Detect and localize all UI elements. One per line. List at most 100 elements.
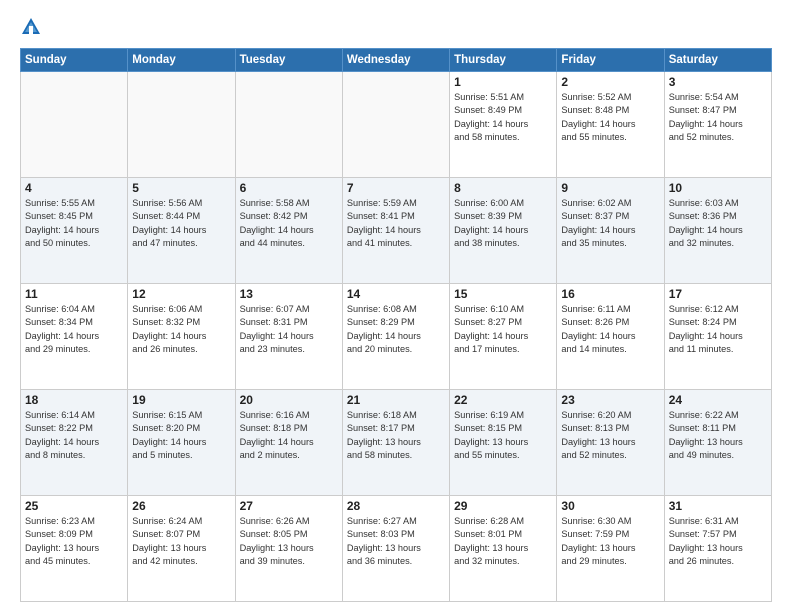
week-row-4: 18Sunrise: 6:14 AMSunset: 8:22 PMDayligh… — [21, 390, 772, 496]
day-info: Sunrise: 5:54 AMSunset: 8:47 PMDaylight:… — [669, 91, 767, 144]
day-cell: 3 Sunrise: 5:54 AMSunset: 8:47 PMDaylight… — [664, 72, 771, 178]
weekday-header-wednesday: Wednesday — [342, 49, 449, 72]
day-number: 15 — [454, 287, 552, 301]
day-number: 26 — [132, 499, 230, 513]
day-cell: 16 Sunrise: 6:11 AMSunset: 8:26 PMDayligh… — [557, 284, 664, 390]
day-cell: 6 Sunrise: 5:58 AMSunset: 8:42 PMDaylight… — [235, 178, 342, 284]
day-info: Sunrise: 6:02 AMSunset: 8:37 PMDaylight:… — [561, 197, 659, 250]
weekday-header-thursday: Thursday — [450, 49, 557, 72]
day-number: 7 — [347, 181, 445, 195]
day-cell: 7 Sunrise: 5:59 AMSunset: 8:41 PMDaylight… — [342, 178, 449, 284]
day-number: 27 — [240, 499, 338, 513]
day-number: 18 — [25, 393, 123, 407]
day-cell: 5 Sunrise: 5:56 AMSunset: 8:44 PMDaylight… — [128, 178, 235, 284]
weekday-header-friday: Friday — [557, 49, 664, 72]
day-info: Sunrise: 6:00 AMSunset: 8:39 PMDaylight:… — [454, 197, 552, 250]
day-info: Sunrise: 6:23 AMSunset: 8:09 PMDaylight:… — [25, 515, 123, 568]
day-cell: 24 Sunrise: 6:22 AMSunset: 8:11 PMDayligh… — [664, 390, 771, 496]
day-number: 4 — [25, 181, 123, 195]
day-number: 25 — [25, 499, 123, 513]
day-info: Sunrise: 6:12 AMSunset: 8:24 PMDaylight:… — [669, 303, 767, 356]
day-info: Sunrise: 6:03 AMSunset: 8:36 PMDaylight:… — [669, 197, 767, 250]
day-cell — [235, 72, 342, 178]
day-cell: 9 Sunrise: 6:02 AMSunset: 8:37 PMDaylight… — [557, 178, 664, 284]
day-cell: 25 Sunrise: 6:23 AMSunset: 8:09 PMDayligh… — [21, 496, 128, 602]
weekday-header-saturday: Saturday — [664, 49, 771, 72]
day-cell: 18Sunrise: 6:14 AMSunset: 8:22 PMDayligh… — [21, 390, 128, 496]
day-info: Sunrise: 5:52 AMSunset: 8:48 PMDaylight:… — [561, 91, 659, 144]
day-number: 5 — [132, 181, 230, 195]
day-cell: 10 Sunrise: 6:03 AMSunset: 8:36 PMDayligh… — [664, 178, 771, 284]
day-info: Sunrise: 6:18 AMSunset: 8:17 PMDaylight:… — [347, 409, 445, 462]
day-cell: 29Sunrise: 6:28 AMSunset: 8:01 PMDayligh… — [450, 496, 557, 602]
day-cell: 22 Sunrise: 6:19 AMSunset: 8:15 PMDayligh… — [450, 390, 557, 496]
day-number: 2 — [561, 75, 659, 89]
day-number: 19 — [132, 393, 230, 407]
day-number: 3 — [669, 75, 767, 89]
day-info: Sunrise: 5:51 AMSunset: 8:49 PMDaylight:… — [454, 91, 552, 144]
day-cell: 21 Sunrise: 6:18 AMSunset: 8:17 PMDayligh… — [342, 390, 449, 496]
day-info: Sunrise: 6:30 AMSunset: 7:59 PMDaylight:… — [561, 515, 659, 568]
day-number: 9 — [561, 181, 659, 195]
logo-icon — [20, 16, 42, 38]
day-number: 16 — [561, 287, 659, 301]
day-cell: 13 Sunrise: 6:07 AMSunset: 8:31 PMDayligh… — [235, 284, 342, 390]
day-number: 1 — [454, 75, 552, 89]
day-cell: 17 Sunrise: 6:12 AMSunset: 8:24 PMDayligh… — [664, 284, 771, 390]
day-info: Sunrise: 6:08 AMSunset: 8:29 PMDaylight:… — [347, 303, 445, 356]
day-number: 31 — [669, 499, 767, 513]
weekday-header-tuesday: Tuesday — [235, 49, 342, 72]
day-info: Sunrise: 5:55 AMSunset: 8:45 PMDaylight:… — [25, 197, 123, 250]
day-info: Sunrise: 5:59 AMSunset: 8:41 PMDaylight:… — [347, 197, 445, 250]
day-info: Sunrise: 5:58 AMSunset: 8:42 PMDaylight:… — [240, 197, 338, 250]
day-info: Sunrise: 6:06 AMSunset: 8:32 PMDaylight:… — [132, 303, 230, 356]
day-cell: 19 Sunrise: 6:15 AMSunset: 8:20 PMDayligh… — [128, 390, 235, 496]
calendar-page: SundayMondayTuesdayWednesdayThursdayFrid… — [0, 0, 792, 612]
day-cell: 8 Sunrise: 6:00 AMSunset: 8:39 PMDaylight… — [450, 178, 557, 284]
week-row-2: 4 Sunrise: 5:55 AMSunset: 8:45 PMDaylight… — [21, 178, 772, 284]
weekday-header-row: SundayMondayTuesdayWednesdayThursdayFrid… — [21, 49, 772, 72]
day-number: 24 — [669, 393, 767, 407]
day-info: Sunrise: 6:11 AMSunset: 8:26 PMDaylight:… — [561, 303, 659, 356]
day-info: Sunrise: 6:20 AMSunset: 8:13 PMDaylight:… — [561, 409, 659, 462]
day-info: Sunrise: 6:28 AMSunset: 8:01 PMDaylight:… — [454, 515, 552, 568]
day-number: 14 — [347, 287, 445, 301]
day-info: Sunrise: 6:04 AMSunset: 8:34 PMDaylight:… — [25, 303, 123, 356]
week-row-1: 1 Sunrise: 5:51 AMSunset: 8:49 PMDaylight… — [21, 72, 772, 178]
day-number: 11 — [25, 287, 123, 301]
day-number: 28 — [347, 499, 445, 513]
calendar-table: SundayMondayTuesdayWednesdayThursdayFrid… — [20, 48, 772, 602]
day-info: Sunrise: 5:56 AMSunset: 8:44 PMDaylight:… — [132, 197, 230, 250]
day-info: Sunrise: 6:31 AMSunset: 7:57 PMDaylight:… — [669, 515, 767, 568]
day-info: Sunrise: 6:22 AMSunset: 8:11 PMDaylight:… — [669, 409, 767, 462]
week-row-3: 11 Sunrise: 6:04 AMSunset: 8:34 PMDayligh… — [21, 284, 772, 390]
day-info: Sunrise: 6:19 AMSunset: 8:15 PMDaylight:… — [454, 409, 552, 462]
weekday-header-monday: Monday — [128, 49, 235, 72]
day-number: 13 — [240, 287, 338, 301]
day-cell: 27 Sunrise: 6:26 AMSunset: 8:05 PMDayligh… — [235, 496, 342, 602]
day-info: Sunrise: 6:15 AMSunset: 8:20 PMDaylight:… — [132, 409, 230, 462]
day-cell — [342, 72, 449, 178]
day-cell — [128, 72, 235, 178]
day-number: 21 — [347, 393, 445, 407]
day-number: 6 — [240, 181, 338, 195]
day-number: 30 — [561, 499, 659, 513]
day-cell: 11 Sunrise: 6:04 AMSunset: 8:34 PMDayligh… — [21, 284, 128, 390]
day-number: 10 — [669, 181, 767, 195]
day-number: 22 — [454, 393, 552, 407]
day-cell: 1 Sunrise: 5:51 AMSunset: 8:49 PMDaylight… — [450, 72, 557, 178]
day-info: Sunrise: 6:07 AMSunset: 8:31 PMDaylight:… — [240, 303, 338, 356]
day-info: Sunrise: 6:10 AMSunset: 8:27 PMDaylight:… — [454, 303, 552, 356]
day-number: 23 — [561, 393, 659, 407]
day-info: Sunrise: 6:24 AMSunset: 8:07 PMDaylight:… — [132, 515, 230, 568]
day-number: 17 — [669, 287, 767, 301]
day-cell: 15 Sunrise: 6:10 AMSunset: 8:27 PMDayligh… — [450, 284, 557, 390]
day-number: 8 — [454, 181, 552, 195]
day-cell: 28Sunrise: 6:27 AMSunset: 8:03 PMDayligh… — [342, 496, 449, 602]
day-cell: 12 Sunrise: 6:06 AMSunset: 8:32 PMDayligh… — [128, 284, 235, 390]
day-info: Sunrise: 6:26 AMSunset: 8:05 PMDaylight:… — [240, 515, 338, 568]
day-number: 12 — [132, 287, 230, 301]
day-cell: 30 Sunrise: 6:30 AMSunset: 7:59 PMDayligh… — [557, 496, 664, 602]
day-cell: 26 Sunrise: 6:24 AMSunset: 8:07 PMDayligh… — [128, 496, 235, 602]
day-cell: 2 Sunrise: 5:52 AMSunset: 8:48 PMDaylight… — [557, 72, 664, 178]
